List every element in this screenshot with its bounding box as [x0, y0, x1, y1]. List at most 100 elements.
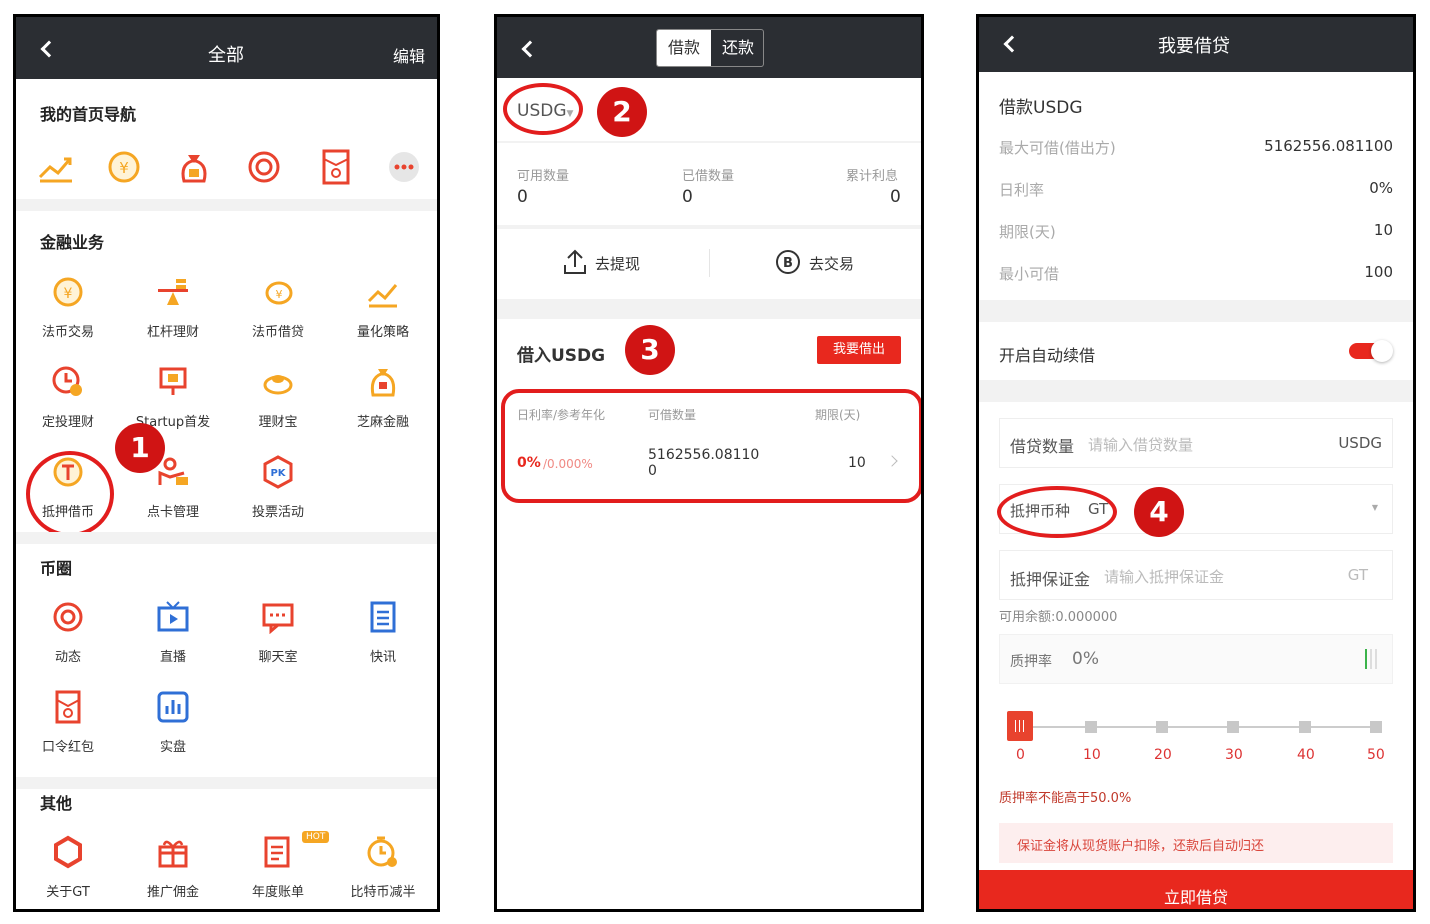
feature-fixed-invest[interactable]: 定投理财: [18, 365, 118, 445]
screen-borrow: 借款 还款 USDG▼ 2 可用数量 0 已借数量 0 累计利息 0 去提现 B…: [494, 14, 924, 912]
tab-borrow[interactable]: 借款: [657, 30, 711, 66]
divider: [709, 249, 710, 277]
max-borrow-value: 5162556.081100: [1264, 137, 1393, 155]
annotation-badge-2: 2: [597, 87, 647, 137]
slider-tick: [1085, 721, 1097, 733]
page-title: 我要借贷: [1158, 36, 1230, 57]
max-borrow-label: 最大可借(借出方): [999, 139, 1116, 157]
feature-voting[interactable]: PK 投票活动: [228, 455, 328, 535]
page-title: 全部: [208, 45, 244, 66]
feature-label: 投票活动: [251, 505, 304, 520]
feature-fiat-trade[interactable]: ¥ 法币交易: [18, 275, 118, 355]
slider-tick: [1227, 721, 1239, 733]
annotation-circle: [503, 83, 583, 135]
offer-amount-line1: 5162556.08110: [648, 447, 760, 463]
stat-value: 0: [517, 187, 528, 207]
svg-text:¥: ¥: [119, 159, 129, 177]
leverage-icon: [158, 279, 188, 305]
chat-icon: [262, 603, 294, 634]
back-icon[interactable]: [40, 40, 58, 58]
feature-label: 法币交易: [41, 325, 94, 340]
quantity-unit: USDG: [1338, 434, 1382, 452]
feature-annual-bill[interactable]: 年度账单: [228, 835, 328, 909]
feature-red-packet[interactable]: 口令红包: [18, 690, 118, 770]
min-borrow-label: 最小可借: [999, 265, 1060, 283]
quantity-label: 借贷数量: [1010, 437, 1075, 456]
notice-box: 保证金将从现货账户扣除，还款后自动归还: [999, 823, 1393, 863]
more-icon[interactable]: [384, 147, 424, 187]
money-bag-icon[interactable]: [174, 147, 214, 187]
feature-news[interactable]: 快讯: [333, 600, 433, 680]
tv-play-icon: [157, 601, 189, 632]
slider-tick-label: 50: [1367, 747, 1385, 763]
pledge-rate-field: 质押率 0%: [999, 634, 1393, 684]
feature-sesame-finance[interactable]: 芝麻金融: [333, 365, 433, 445]
auto-renew-toggle[interactable]: [1349, 340, 1393, 362]
startup-board-icon: [159, 367, 187, 395]
pledge-slider-track[interactable]: [1009, 726, 1375, 728]
feature-label: 比特币减半: [350, 885, 416, 900]
feature-label: 直播: [159, 650, 186, 665]
divider: [497, 299, 921, 319]
feature-label: 口令红包: [41, 740, 94, 755]
gold-ingot-icon: [263, 375, 293, 395]
gauge-bars-icon: [1365, 649, 1377, 669]
collateral-deposit-field[interactable]: 抵押保证金 请输入抵押保证金 GT: [999, 550, 1393, 600]
back-icon[interactable]: [1003, 35, 1021, 53]
red-packet-icon: [55, 690, 81, 724]
feature-margin-finance[interactable]: 杠杆理财: [123, 275, 223, 355]
divider: [497, 225, 921, 229]
daily-rate-value: 0%: [1369, 179, 1393, 197]
slider-tick-label: 40: [1297, 747, 1315, 763]
gt-hexagon-icon: [54, 835, 82, 869]
pledge-slider-handle[interactable]: [1007, 711, 1033, 741]
offer-annual-rate: /0.000%: [543, 457, 593, 471]
feature-label: 定投理财: [41, 415, 94, 430]
feature-label: 芝麻金融: [356, 415, 409, 430]
feature-wealth-treasure[interactable]: 理财宝: [228, 365, 328, 445]
money-bag-icon: [370, 369, 396, 397]
hot-badge: HOT: [302, 831, 330, 843]
deposit-label: 抵押保证金: [1010, 570, 1091, 589]
chart-up-icon: [367, 284, 398, 308]
loan-quantity-field[interactable]: 借贷数量 请输入借贷数量 USDG: [999, 418, 1393, 468]
feature-live-trading[interactable]: 实盘: [123, 690, 223, 770]
tab-repay[interactable]: 还款: [711, 30, 763, 66]
chart-up-icon[interactable]: [36, 147, 76, 187]
clock-coin-icon: [52, 366, 82, 396]
lend-button[interactable]: 我要借出: [817, 336, 901, 364]
feature-live[interactable]: 直播: [123, 600, 223, 680]
feature-label: 理财宝: [258, 415, 298, 430]
feature-chatroom[interactable]: 聊天室: [228, 600, 328, 680]
feature-btc-halving[interactable]: 比特币减半: [333, 835, 433, 909]
feature-referral[interactable]: 推广佣金: [123, 835, 223, 909]
feature-feed[interactable]: 动态: [18, 600, 118, 680]
divider: [16, 532, 437, 544]
yuan-coin-icon: ¥: [53, 277, 83, 307]
feature-label: 快讯: [369, 650, 396, 665]
feature-label: 量化策略: [356, 325, 409, 340]
slider-tick-label: 30: [1225, 747, 1243, 763]
trade-label: 去交易: [809, 255, 855, 273]
deposit-unit: GT: [1347, 566, 1368, 584]
slider-tick-label: 20: [1154, 747, 1172, 763]
red-packet-icon[interactable]: [316, 147, 356, 187]
edit-button[interactable]: 编辑: [393, 43, 425, 67]
feature-about-gt[interactable]: 关于GT: [18, 835, 118, 909]
spiral-icon[interactable]: [244, 147, 284, 187]
upload-icon: [564, 249, 586, 274]
bill-icon: [264, 836, 290, 868]
notice-text: 保证金将从现货账户扣除，还款后自动归还: [1017, 839, 1265, 854]
feature-fiat-loan[interactable]: ¥ 法币借贷: [228, 275, 328, 355]
top-bar: 我要借贷: [979, 17, 1413, 72]
col-header-term: 期限(天): [815, 408, 861, 422]
yuan-coin-icon[interactable]: ¥: [104, 147, 144, 187]
loan-offer-row[interactable]: 0% /0.000% 5162556.08110 0 10: [503, 437, 917, 489]
back-icon[interactable]: [521, 40, 539, 58]
feature-quant-strategy[interactable]: 量化策略: [333, 275, 433, 355]
deposit-input[interactable]: 请输入抵押保证金: [1104, 566, 1224, 587]
quantity-input[interactable]: 请输入借贷数量: [1088, 434, 1193, 455]
section-title-nav: 我的首页导航: [40, 105, 137, 124]
submit-loan-button[interactable]: 立即借贷: [979, 870, 1413, 909]
slider-tick: [1299, 721, 1311, 733]
